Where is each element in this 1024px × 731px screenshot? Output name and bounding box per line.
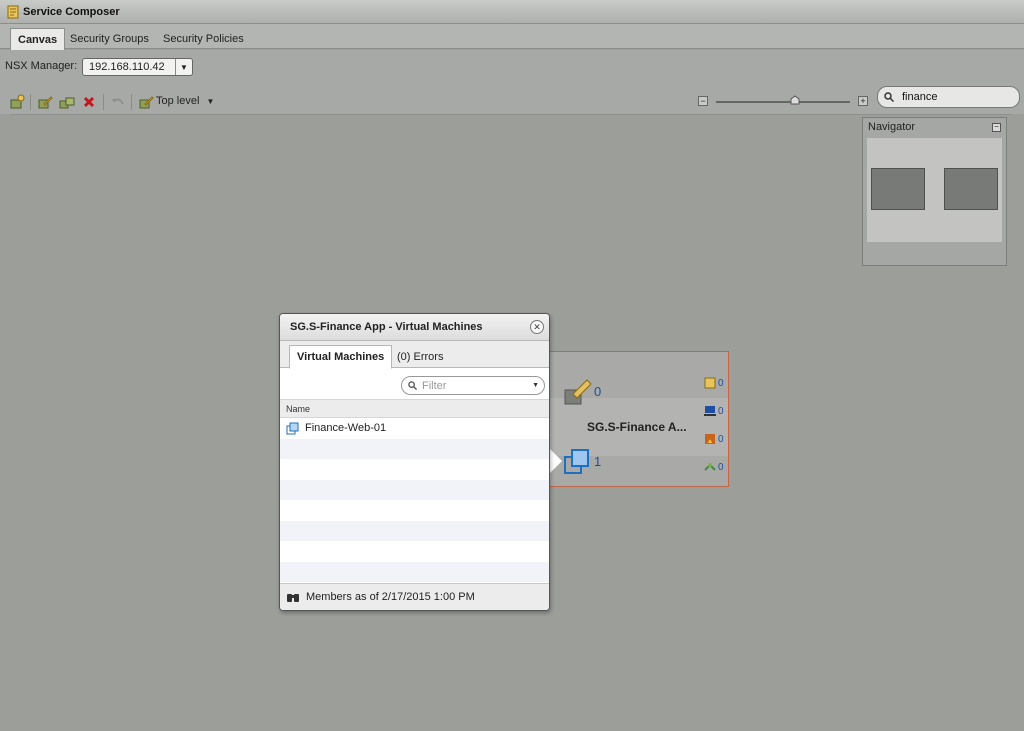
side-count-row[interactable]: 0 bbox=[704, 461, 724, 473]
delete-icon[interactable] bbox=[81, 94, 97, 110]
table-row bbox=[280, 520, 549, 541]
filter-row: Filter ▼ bbox=[280, 368, 549, 399]
tab-canvas[interactable]: Canvas bbox=[10, 28, 66, 50]
vm-name: Finance-Web-01 bbox=[305, 422, 387, 435]
policy-count: 0 bbox=[594, 384, 602, 399]
navigator-node bbox=[944, 168, 998, 210]
zoom-slider-track[interactable] bbox=[716, 101, 850, 103]
navigator-node bbox=[871, 168, 925, 210]
tab-errors[interactable]: (0) Errors bbox=[390, 345, 450, 368]
toolbar-divider bbox=[131, 94, 132, 110]
copy-icon[interactable] bbox=[59, 94, 75, 110]
zoom-out-icon[interactable]: − bbox=[698, 96, 708, 106]
nsx-manager-bar: NSX Manager: 192.168.110.42 ▼ bbox=[0, 50, 1024, 88]
popup-footer: Members as of 2/17/2015 1:00 PM bbox=[280, 583, 549, 610]
navigator-viewport[interactable] bbox=[867, 138, 1002, 242]
tab-security-groups[interactable]: Security Groups bbox=[63, 28, 156, 49]
tab-virtual-machines[interactable]: Virtual Machines bbox=[289, 345, 393, 369]
nsx-manager-value: 192.168.110.42 bbox=[89, 61, 165, 73]
close-icon[interactable]: ✕ bbox=[530, 320, 544, 334]
search-input[interactable] bbox=[902, 91, 1012, 103]
canvas-toolbar: Top level ▼ − + bbox=[0, 88, 1024, 114]
security-group-name: SG.S-Finance A... bbox=[587, 420, 687, 434]
filter-placeholder: Filter bbox=[422, 379, 447, 392]
members-timestamp: Members as of 2/17/2015 1:00 PM bbox=[306, 591, 475, 603]
popup-title: SG.S-Finance App - Virtual Machines bbox=[290, 321, 483, 333]
search-icon bbox=[408, 381, 417, 390]
monitor-icon bbox=[704, 405, 716, 417]
nsx-manager-label: NSX Manager: bbox=[5, 60, 78, 72]
virtual-machines-popup: SG.S-Finance App - Virtual Machines ✕ Vi… bbox=[279, 313, 550, 611]
column-header-name[interactable]: Name bbox=[280, 399, 549, 418]
toolbar-divider bbox=[30, 94, 31, 110]
top-level-button[interactable]: Top level ▼ bbox=[156, 95, 214, 107]
virtual-machine-icon bbox=[286, 422, 299, 435]
table-row bbox=[280, 459, 549, 480]
popup-pointer bbox=[548, 447, 562, 475]
security-group-node[interactable]: 0 1 SG.S-Finance A... 0 0 0 0 bbox=[548, 351, 729, 487]
collapse-icon[interactable]: − bbox=[992, 122, 1001, 132]
side-count: 0 bbox=[718, 433, 724, 445]
binoculars-icon bbox=[286, 591, 300, 603]
side-count-row[interactable]: 0 bbox=[704, 433, 724, 445]
new-security-group-icon[interactable] bbox=[9, 94, 25, 110]
service-composer-icon bbox=[7, 5, 19, 18]
navigator-title: Navigator bbox=[868, 121, 916, 133]
edit-icon[interactable] bbox=[37, 94, 53, 110]
zoom-slider-thumb[interactable] bbox=[790, 95, 800, 105]
virtual-machines-icon[interactable] bbox=[563, 448, 591, 479]
search-icon bbox=[884, 92, 894, 102]
policy-list-icon bbox=[704, 377, 716, 389]
side-count: 0 bbox=[718, 405, 724, 417]
toolbar-divider bbox=[103, 94, 104, 110]
network-introspection-icon bbox=[704, 461, 716, 473]
firewall-icon bbox=[704, 433, 716, 445]
table-row bbox=[280, 438, 549, 459]
filter-input[interactable]: Filter ▼ bbox=[401, 376, 545, 395]
side-count-row[interactable]: 0 bbox=[704, 405, 724, 417]
title-bar: Service Composer bbox=[0, 0, 1024, 24]
canvas-search[interactable] bbox=[877, 86, 1020, 108]
chevron-down-icon[interactable]: ▼ bbox=[532, 382, 539, 389]
table-row bbox=[280, 500, 549, 521]
tab-security-policies[interactable]: Security Policies bbox=[156, 28, 251, 49]
popup-header: SG.S-Finance App - Virtual Machines ✕ bbox=[280, 314, 549, 341]
table-row bbox=[280, 541, 549, 562]
security-policy-icon bbox=[563, 378, 593, 411]
table-row bbox=[280, 479, 549, 500]
side-count: 0 bbox=[718, 461, 724, 473]
chevron-down-icon: ▼ bbox=[206, 97, 215, 106]
navigator-panel: Navigator − bbox=[862, 117, 1007, 266]
top-level-label: Top level bbox=[156, 95, 200, 107]
top-level-icon[interactable] bbox=[138, 94, 154, 110]
zoom-in-icon[interactable]: + bbox=[858, 96, 868, 106]
vm-count: 1 bbox=[594, 454, 602, 469]
table-row[interactable]: Finance-Web-01 bbox=[280, 418, 549, 439]
side-count-row[interactable]: 0 bbox=[704, 377, 724, 389]
popup-tabs: Virtual Machines (0) Errors bbox=[280, 341, 549, 369]
table-row bbox=[280, 561, 549, 582]
chevron-down-icon[interactable]: ▼ bbox=[175, 59, 192, 75]
undo-icon[interactable] bbox=[110, 94, 126, 110]
side-count: 0 bbox=[718, 377, 724, 389]
nsx-manager-select[interactable]: 192.168.110.42 ▼ bbox=[82, 58, 193, 76]
window-title: Service Composer bbox=[23, 5, 120, 18]
main-tabs: Canvas Security Groups Security Policies bbox=[0, 24, 1024, 50]
